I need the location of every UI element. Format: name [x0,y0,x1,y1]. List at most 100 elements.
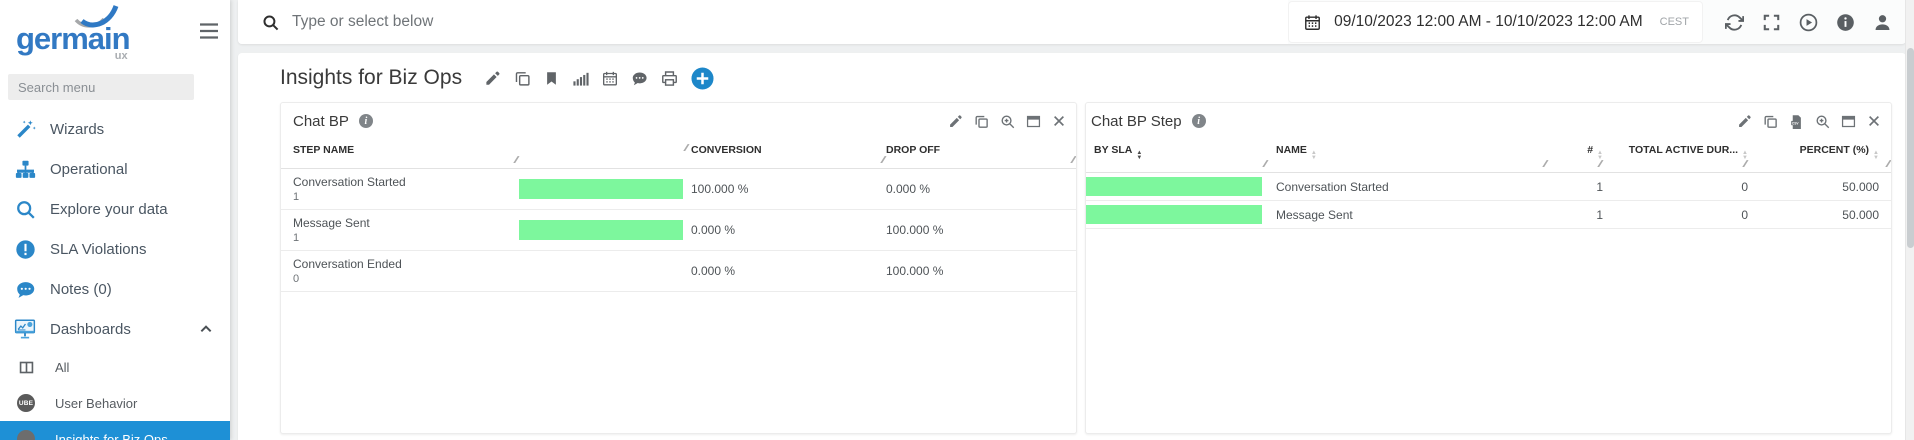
info-icon[interactable] [1836,13,1855,32]
dashboard-badge [17,430,35,440]
fullscreen-icon[interactable] [1762,13,1781,32]
sla-bar [1086,205,1262,224]
panel-toolbar: CSV [1737,114,1881,129]
sidebar-item-sla-violations[interactable]: SLA Violations [0,229,230,269]
germain-logo: germain ux [16,8,130,62]
table-row[interactable]: Message Sent 1 0 50.000 [1086,201,1891,229]
close-icon[interactable] [1867,114,1881,128]
step-name-cell: Conversation Started 1 [281,175,519,203]
table-row[interactable]: Conversation Started 1 100.000 % 0.000 % [281,169,1076,210]
date-range-value: 09/10/2023 12:00 AM - 10/10/2023 12:00 A… [1334,13,1643,31]
scrollbar-thumb[interactable] [1907,48,1914,248]
sidebar-item-wizards[interactable]: Wizards [0,109,230,149]
column-header-total-active-duration[interactable]: TOTAL ACTIVE DUR...▲▼ [1603,144,1748,160]
sla-bar [1086,177,1262,196]
global-search-input[interactable] [292,13,792,31]
sidebar-item-operational[interactable]: Operational [0,149,230,189]
panel-chat-bp-step: Chat BP Step i CSV [1085,102,1892,434]
sidebar-item-dashboards[interactable]: Dashboards [0,309,230,349]
sort-icon[interactable]: ▲▼ [1311,151,1317,160]
dashboard-content: Insights for Biz Ops [238,53,1906,440]
calendar-icon [1304,14,1321,31]
sidebar-item-insights-biz-ops[interactable]: Insights for Biz Ops [0,421,230,440]
sidebar-item-label: Dashboards [50,321,131,338]
duration-cell: 0 [1603,208,1748,222]
conversion-cell: 0.000 % [689,223,886,237]
sidebar-nav: Wizards Operational [0,109,230,440]
zoom-in-icon[interactable] [1815,114,1830,129]
comment-dots-icon[interactable] [631,70,648,87]
panel-title: Chat BP [293,113,349,130]
panel-header: Chat BP Step i CSV [1086,103,1891,139]
csv-export-icon[interactable]: CSV [1789,114,1804,129]
table-row[interactable]: Message Sent 1 0.000 % 100.000 % [281,210,1076,251]
menu-toggle-icon[interactable] [198,22,220,40]
sidebar-subitem-label: User Behavior [55,396,137,411]
comment-icon [14,279,36,300]
table-row[interactable]: Conversation Ended 0 0.000 % 100.000 % [281,251,1076,292]
panel-title: Chat BP Step [1091,113,1182,130]
add-widget-button[interactable] [691,67,714,90]
column-header-name[interactable]: NAME▲▼ [1268,144,1548,160]
app-window: germain ux Wizards [0,0,1914,440]
sidebar: germain ux Wizards [0,0,230,440]
print-icon[interactable] [661,70,678,87]
sort-icon[interactable]: ▲▼ [1136,151,1142,160]
sidebar-subitem-label: All [55,360,69,375]
search-icon [262,14,279,31]
calendar-icon[interactable] [602,70,618,87]
copy-icon[interactable] [1763,114,1778,129]
topbar-actions [1703,13,1906,32]
conversion-cell: 100.000 % [689,182,886,196]
column-header-count[interactable]: #▲▼ [1548,144,1603,160]
copy-icon[interactable] [974,114,989,129]
sidebar-item-user-behavior[interactable]: UBE User Behavior [0,385,230,421]
drop-off-cell: 0.000 % [886,182,1076,196]
edit-icon[interactable] [948,114,963,129]
chart-bars-icon[interactable] [572,70,589,87]
copy-icon[interactable] [514,70,531,87]
user-icon[interactable] [1873,13,1892,32]
column-header-percent[interactable]: PERCENT (%)▲▼ [1748,144,1891,160]
play-icon[interactable] [1799,13,1818,32]
ube-badge: UBE [17,394,35,412]
zoom-in-icon[interactable] [1000,114,1015,129]
sort-icon[interactable]: ▲▼ [1873,151,1879,160]
panel-chat-bp: Chat BP i [280,102,1077,434]
sidebar-item-dashboards-all[interactable]: All [0,349,230,385]
column-header-drop-off[interactable]: DROP OFF [886,144,1076,156]
refresh-icon[interactable] [1725,13,1744,32]
window-icon[interactable] [1841,114,1856,129]
column-header-by-sla[interactable]: BY SLA▲▼ [1086,144,1268,160]
alert-circle-icon [14,239,36,260]
edit-icon[interactable] [1737,114,1752,129]
chevron-up-icon[interactable] [198,321,214,337]
percent-cell: 50.000 [1748,180,1891,194]
sidebar-item-label: Operational [50,161,128,178]
column-header-step-name[interactable]: STEP NAME [281,144,519,156]
window-icon[interactable] [1026,114,1041,129]
sidebar-item-explore[interactable]: Explore your data [0,189,230,229]
timezone-label: CEST [1660,16,1689,28]
columns-icon [17,360,35,375]
sidebar-item-notes[interactable]: Notes (0) [0,269,230,309]
table-header: BY SLA▲▼ NAME▲▼ #▲▼ TOTAL ACTIVE DUR...▲… [1086,139,1891,173]
drop-off-cell: 100.000 % [886,223,1076,237]
svg-text:CSV: CSV [1792,121,1800,125]
panel-header: Chat BP i [281,103,1076,139]
column-header-conversion[interactable]: CONVERSION [689,144,886,156]
table-row[interactable]: Conversation Started 1 0 50.000 [1086,173,1891,201]
sidebar-search-input[interactable] [8,74,194,100]
date-range-picker[interactable]: 09/10/2023 12:00 AM - 10/10/2023 12:00 A… [1288,1,1703,43]
percent-cell: 50.000 [1748,208,1891,222]
drop-off-cell: 100.000 % [886,264,1076,278]
count-cell: 1 [1548,180,1603,194]
bookmark-icon[interactable] [544,70,559,87]
info-icon[interactable]: i [1192,114,1206,128]
close-icon[interactable] [1052,114,1066,128]
search-icon [14,199,36,220]
info-icon[interactable]: i [359,114,373,128]
vertical-scrollbar[interactable] [1905,0,1914,440]
sidebar-item-label: Notes (0) [50,281,112,298]
edit-icon[interactable] [484,70,501,87]
